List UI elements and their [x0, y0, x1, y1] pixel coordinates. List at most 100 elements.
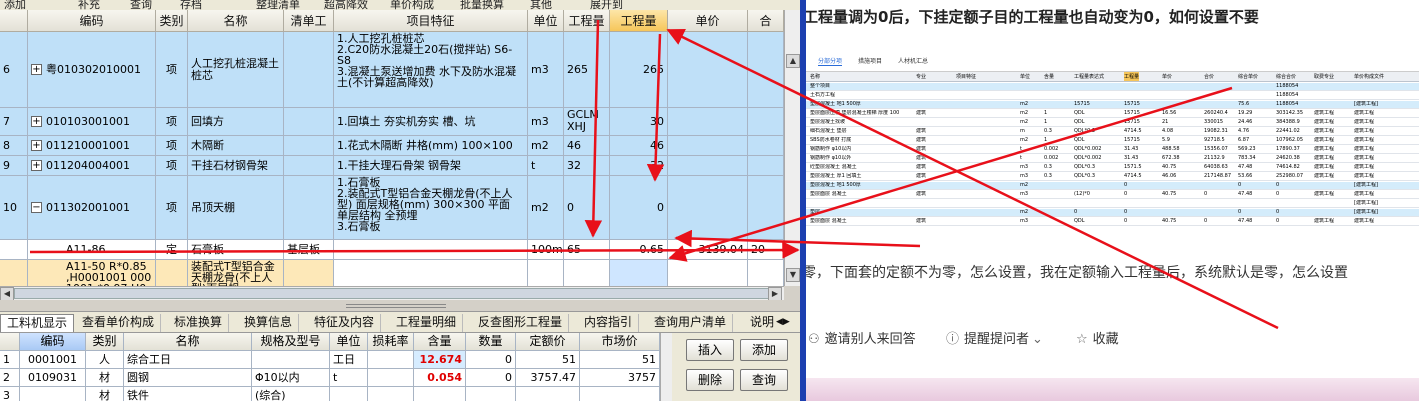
menu-item[interactable]: 批量换算: [460, 0, 504, 10]
row-feature[interactable]: 1.干挂大理石骨架 钢骨架: [334, 156, 528, 176]
row-spec[interactable]: [252, 351, 330, 369]
row-spec[interactable]: Φ10以内: [252, 369, 330, 387]
row-qty[interactable]: 32: [610, 156, 668, 176]
row-code[interactable]: −011302001001: [28, 176, 156, 240]
row-qty-expr[interactable]: 32: [564, 156, 610, 176]
row-qty[interactable]: 46: [610, 136, 668, 156]
row-qty[interactable]: 0.65: [610, 240, 668, 260]
menu-item[interactable]: 存档: [180, 0, 202, 10]
header-name[interactable]: 名称: [124, 333, 252, 351]
tab-content-guide[interactable]: 内容指引: [578, 314, 640, 332]
row-name[interactable]: 综合工日: [124, 351, 252, 369]
header-market-price[interactable]: 市场价: [580, 333, 660, 351]
row-name[interactable]: 干挂石材钢骨架: [188, 156, 284, 176]
row-qty[interactable]: 0: [610, 176, 668, 240]
menu-item[interactable]: 添加: [4, 0, 26, 10]
row-total[interactable]: [748, 108, 784, 136]
row-unit[interactable]: m3: [528, 32, 564, 108]
row-market-price[interactable]: 3757: [580, 369, 660, 387]
embedded-screenshot[interactable]: 分部分项 措施项目 人材机汇总 名称 专业 项目特征 单位 含量 工程量表达式 工程量 单价 合…: [806, 48, 1419, 238]
header-quota-price[interactable]: 定额价: [516, 333, 580, 351]
header-qty-expr[interactable]: 工程量: [564, 10, 610, 32]
header-spec[interactable]: 规格及型号: [252, 333, 330, 351]
tab-feature-content[interactable]: 特征及内容: [308, 314, 382, 332]
row-qty-expr[interactable]: 46: [564, 136, 610, 156]
row-name[interactable]: 人工挖孔桩混凝土桩芯: [188, 32, 284, 108]
row-name[interactable]: 石膏板: [188, 240, 284, 260]
row-qty[interactable]: 0: [466, 351, 516, 369]
row-price[interactable]: [668, 260, 748, 286]
row-unit[interactable]: 100m2: [528, 240, 564, 260]
material-grid-scrollbar[interactable]: [660, 333, 672, 401]
row-total[interactable]: [748, 136, 784, 156]
favorite-link[interactable]: ☆ 收藏: [1076, 330, 1119, 350]
expand-toggle[interactable]: +: [31, 116, 42, 127]
row-unit[interactable]: m2: [528, 176, 564, 240]
row-code[interactable]: + 粤010302010001: [28, 32, 156, 108]
row-qty-expr[interactable]: GCLMXHJ: [564, 108, 610, 136]
row-name[interactable]: 铁件: [124, 387, 252, 401]
tab-standard-conversion[interactable]: 标准换算: [168, 314, 230, 332]
row-code[interactable]: A11-86: [28, 240, 156, 260]
header-content[interactable]: 含量: [414, 333, 466, 351]
row-name[interactable]: 回填方: [188, 108, 284, 136]
pane-splitter[interactable]: [0, 300, 800, 311]
remind-asker-link[interactable]: ⓘ 提醒提问者 ⌄: [946, 330, 1048, 350]
row-code[interactable]: A11-50 R*0.85 ,H0001001 000 1001 *0.97 H…: [28, 260, 156, 286]
row-loss[interactable]: [368, 369, 414, 387]
expand-toggle[interactable]: +: [31, 140, 42, 151]
row-feature[interactable]: [334, 260, 528, 286]
row-name[interactable]: 圆钢: [124, 369, 252, 387]
row-price[interactable]: [668, 176, 748, 240]
invite-answer-link[interactable]: ⚇ 邀请别人来回答: [808, 330, 916, 350]
table-row[interactable]: 6 + 粤010302010001 项 人工挖孔桩混凝土桩芯 1.人工挖孔桩桩芯 …: [0, 32, 784, 108]
header-qty[interactable]: 工程量: [610, 10, 668, 32]
row-unit[interactable]: [528, 260, 564, 286]
row-list[interactable]: [284, 156, 334, 176]
row-price[interactable]: 3139.04: [668, 240, 748, 260]
row-code[interactable]: +011210001001: [28, 136, 156, 156]
expand-toggle[interactable]: +: [31, 64, 42, 75]
header-qty[interactable]: 数量: [466, 333, 516, 351]
row-total[interactable]: [748, 260, 784, 286]
header-loss[interactable]: 损耗率: [368, 333, 414, 351]
row-qty-expr[interactable]: 0: [564, 176, 610, 240]
row-quota-price[interactable]: 3757.47: [516, 369, 580, 387]
table-row[interactable]: 8 +011210001001 项 木隔断 1.花式木隔断 井格(mm) 100…: [0, 136, 784, 156]
row-code[interactable]: [20, 387, 86, 401]
table-row[interactable]: 1 0001001 人 综合工日 工日 12.674 0 51 51: [0, 351, 660, 369]
expand-toggle[interactable]: +: [31, 160, 42, 171]
row-feature[interactable]: [334, 240, 528, 260]
menu-item[interactable]: 查询: [130, 0, 152, 10]
row-price[interactable]: [668, 136, 748, 156]
row-unit[interactable]: t: [330, 369, 368, 387]
row-name[interactable]: 装配式T型铝合金天棚龙骨(不上人型)面层规: [188, 260, 284, 286]
row-unit[interactable]: [330, 387, 368, 401]
scroll-down-icon[interactable]: ▼: [786, 268, 800, 282]
header-code[interactable]: 编码: [20, 333, 86, 351]
scroll-left-icon[interactable]: ◀: [0, 287, 14, 301]
row-total[interactable]: [748, 156, 784, 176]
row-quota-price[interactable]: [516, 387, 580, 401]
row-list[interactable]: [284, 260, 334, 286]
row-code[interactable]: +011204004001: [28, 156, 156, 176]
table-row[interactable]: 3 材 铁件 (综合): [0, 387, 660, 401]
query-button[interactable]: 查询: [740, 369, 788, 391]
menu-item[interactable]: 整理清单: [256, 0, 300, 10]
row-content[interactable]: 0.054: [414, 369, 466, 387]
row-unit[interactable]: m3: [528, 108, 564, 136]
row-content[interactable]: 12.674: [414, 351, 466, 369]
row-list[interactable]: [284, 108, 334, 136]
row-type[interactable]: 材: [86, 387, 124, 401]
quota-row[interactable]: A11-50 R*0.85 ,H0001001 000 1001 *0.97 H…: [0, 260, 784, 286]
menu-item[interactable]: 其他: [530, 0, 552, 10]
row-type[interactable]: 项: [156, 108, 188, 136]
row-qty[interactable]: [466, 387, 516, 401]
row-price[interactable]: [668, 108, 748, 136]
row-qty[interactable]: [610, 260, 668, 286]
row-total[interactable]: [748, 176, 784, 240]
row-type[interactable]: 人: [86, 351, 124, 369]
delete-button[interactable]: 删除: [686, 369, 734, 391]
scroll-up-icon[interactable]: ▲: [786, 54, 800, 68]
insert-button[interactable]: 插入: [686, 339, 734, 361]
